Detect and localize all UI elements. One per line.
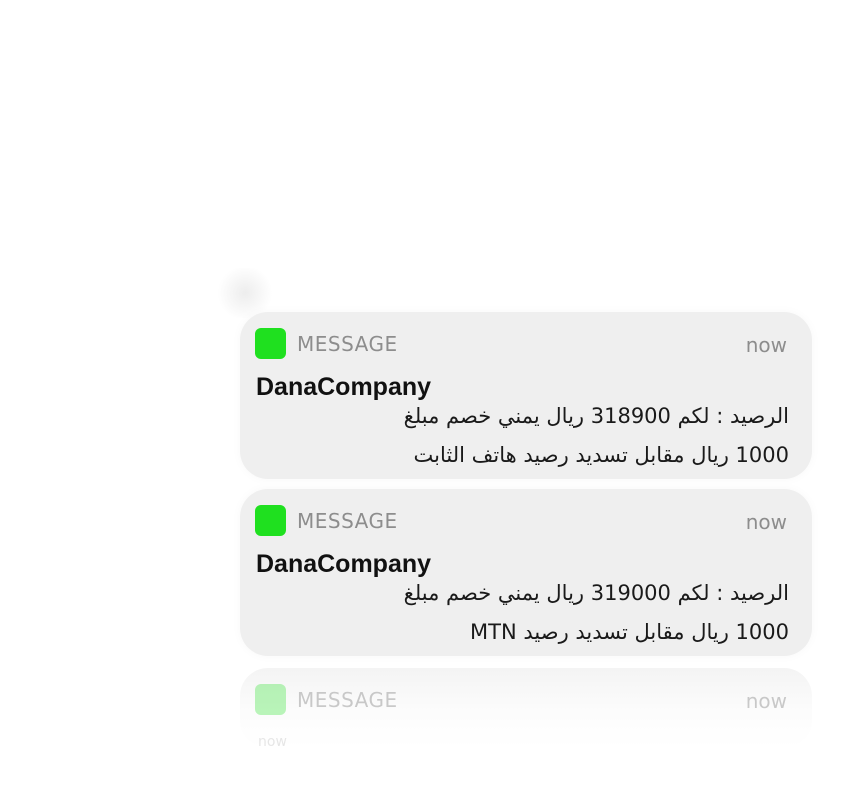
notification-time: now <box>745 510 787 534</box>
notification-app-name: MESSAGE <box>297 509 398 533</box>
faded-notification-card: MESSAGE now now <box>240 668 812 750</box>
faded-notification-text: now <box>258 734 287 750</box>
notification-body-line-2: 1000 ريال مقابل تسديد رصيد هاتف الثابت <box>413 443 789 467</box>
notification-body-line-1: الرصيد : لكم 318900 ريال يمني خصم مبلغ <box>403 404 789 428</box>
notification-sender: DanaCompany <box>256 373 432 401</box>
message-app-icon <box>255 684 286 715</box>
notification-screen: MESSAGE now DanaCompany الرصيد : لكم 318… <box>0 0 856 804</box>
notification-card[interactable]: MESSAGE now DanaCompany الرصيد : لكم 318… <box>240 312 812 479</box>
notification-card[interactable]: MESSAGE now DanaCompany الرصيد : لكم 319… <box>240 489 812 656</box>
notification-time: now <box>745 333 787 357</box>
notification-body-line-1: الرصيد : لكم 319000 ريال يمني خصم مبلغ <box>403 581 789 605</box>
message-app-icon <box>255 505 286 536</box>
notification-app-name: MESSAGE <box>297 688 398 712</box>
message-app-icon <box>255 328 286 359</box>
notification-body-line-2: 1000 ريال مقابل تسديد رصيد MTN <box>470 620 789 644</box>
notification-app-name: MESSAGE <box>297 332 398 356</box>
notification-sender: DanaCompany <box>256 550 432 578</box>
notification-time: now <box>745 689 787 713</box>
background-shadow <box>215 268 275 318</box>
